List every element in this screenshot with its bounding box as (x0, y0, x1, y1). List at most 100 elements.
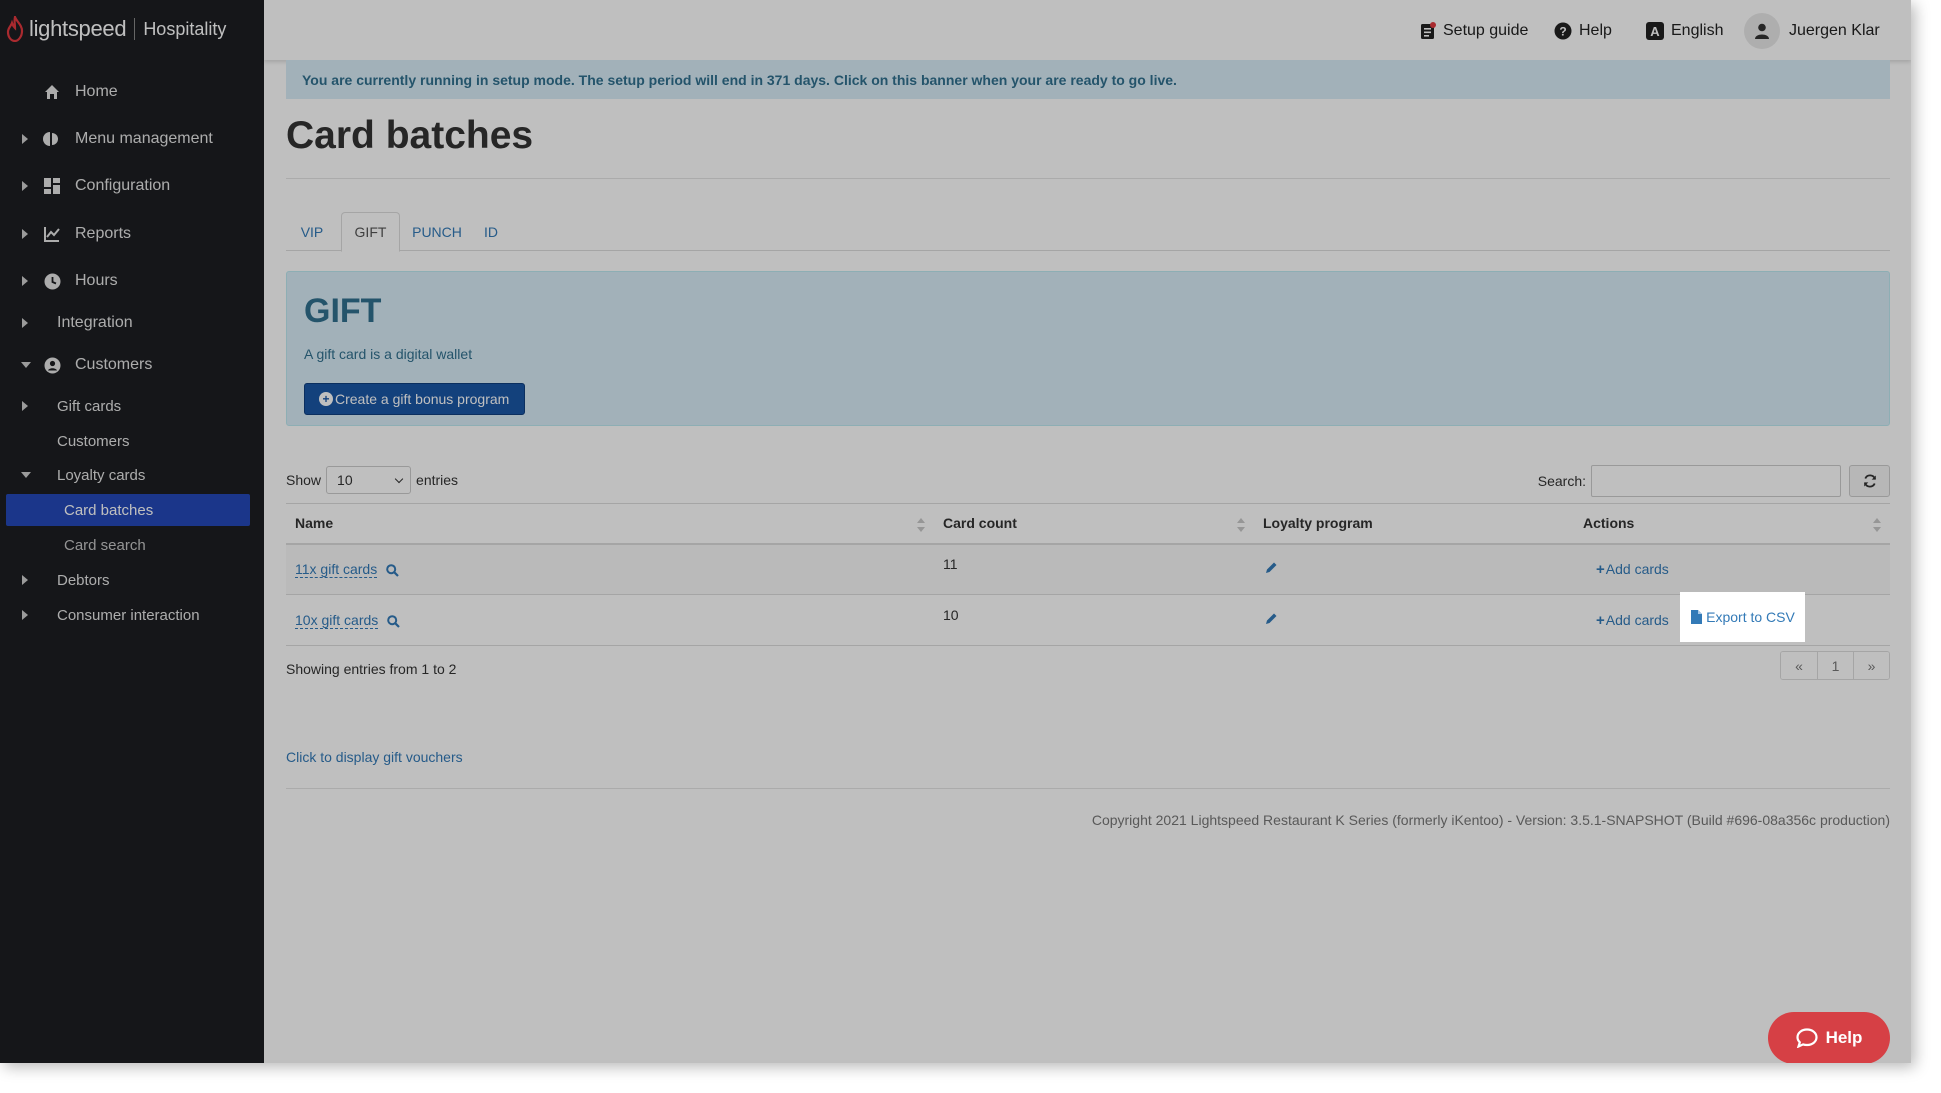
sidebar-subitem-consumer-interaction[interactable]: Consumer interaction (0, 600, 264, 630)
caret-right-icon (22, 229, 28, 239)
pagination-prev[interactable]: « (1781, 652, 1817, 679)
display-gift-vouchers-link[interactable]: Click to display gift vouchers (286, 749, 463, 765)
tab-punch[interactable]: PUNCH (403, 212, 471, 251)
sidebar-subitem-loyalty-cards[interactable]: Loyalty cards (0, 460, 264, 490)
sidebar-subitem-gift-cards[interactable]: Gift cards (0, 391, 264, 421)
setup-guide-label: Setup guide (1443, 22, 1529, 39)
card-type-tabs: VIP GIFT PUNCH ID (286, 212, 1890, 252)
add-cards-link[interactable]: + Add cards (1596, 561, 1669, 578)
search-icon[interactable] (387, 614, 400, 628)
show-label: Show (286, 472, 322, 488)
pagination-next[interactable]: » (1853, 652, 1889, 679)
sidebar-subitem-card-search[interactable]: Card search (0, 530, 264, 560)
caret-right-icon (22, 610, 28, 620)
sidebar-item-label: Loyalty cards (57, 466, 146, 484)
batch-name-link[interactable]: 10x gift cards (295, 612, 379, 629)
caret-right-icon (22, 575, 28, 585)
pagination: « 1 » (1780, 651, 1890, 680)
brand-divider (134, 18, 136, 40)
user-menu[interactable]: Juergen Klar (1744, 12, 1880, 50)
sidebar-item-reports[interactable]: Reports (0, 219, 264, 249)
help-chat-button[interactable]: Help (1768, 1012, 1890, 1063)
column-header-card-count[interactable]: Card count (934, 503, 1254, 545)
language-label: English (1671, 22, 1724, 39)
tab-vip[interactable]: VIP (286, 212, 338, 251)
sort-icon (1237, 518, 1245, 532)
title-divider (286, 178, 1890, 179)
brand-logo[interactable]: lightspeed Hospitality (6, 14, 226, 44)
app-window: lightspeed Hospitality Home Menu managem… (0, 0, 1911, 1063)
sidebar-item-label: Configuration (75, 177, 171, 194)
language-selector[interactable]: A English (1646, 20, 1723, 42)
search-input[interactable] (1591, 465, 1841, 497)
user-avatar-icon (1744, 13, 1780, 49)
batch-name-link[interactable]: 11x gift cards (295, 561, 378, 579)
sidebar-item-customers[interactable]: Customers (0, 350, 264, 380)
caret-down-icon (21, 362, 31, 368)
clipboard-icon (1420, 22, 1436, 40)
card-batches-table: Name Card count Loyalty program Actions … (286, 503, 1890, 646)
sidebar-item-label: Gift cards (57, 397, 122, 415)
pencil-icon[interactable] (1264, 561, 1278, 575)
search-icon[interactable] (386, 564, 399, 577)
help-label: Help (1579, 22, 1612, 39)
sidebar-item-menu-management[interactable]: Menu management (0, 124, 264, 154)
export-to-csv-button[interactable]: Export to CSV (1680, 592, 1805, 642)
footer-divider (286, 788, 1890, 789)
sidebar-item-configuration[interactable]: Configuration (0, 171, 264, 201)
question-circle-icon: ? (1554, 22, 1572, 40)
help-chat-label: Help (1825, 1028, 1863, 1047)
column-header-loyalty-program: Loyalty program (1254, 503, 1574, 545)
tab-gift[interactable]: GIFT (341, 212, 400, 252)
language-icon: A (1646, 22, 1664, 40)
setup-mode-banner[interactable]: You are currently running in setup mode.… (286, 60, 1890, 99)
pencil-icon[interactable] (1264, 612, 1278, 626)
add-cards-link[interactable]: + Add cards (1596, 612, 1669, 629)
sidebar-item-integration[interactable]: Integration (0, 308, 264, 338)
caret-right-icon (22, 134, 28, 144)
svg-text:?: ? (1559, 25, 1566, 39)
menu-management-icon (43, 130, 61, 148)
top-bar: Setup guide ? Help A English Juergen Kla… (264, 0, 1911, 60)
sidebar-item-label: Customers (57, 432, 130, 450)
dashboard-grid-icon (43, 177, 61, 195)
column-header-actions[interactable]: Actions (1574, 503, 1890, 545)
copyright-text: Copyright 2021 Lightspeed Restaurant K S… (1091, 812, 1890, 828)
chevron-down-icon (394, 474, 404, 484)
pagination-page-1[interactable]: 1 (1817, 652, 1853, 679)
page-size-select[interactable]: 10 (326, 466, 412, 494)
sidebar-item-label: Debtors (57, 571, 110, 589)
setup-guide-button[interactable]: Setup guide (1420, 20, 1528, 42)
sidebar-item-label: Reports (75, 225, 132, 242)
tab-id[interactable]: ID (473, 212, 509, 251)
refresh-button[interactable] (1849, 465, 1890, 497)
table-row: 11x gift cards 11 + Add cards (286, 543, 1890, 595)
caret-right-icon (22, 181, 28, 191)
sort-icon (917, 518, 925, 532)
sidebar-item-label: Card batches (64, 501, 154, 519)
sidebar-subitem-customers[interactable]: Customers (0, 426, 264, 456)
sidebar-item-hours[interactable]: Hours (0, 266, 264, 296)
caret-down-icon (21, 472, 31, 478)
sidebar-subitem-debtors[interactable]: Debtors (0, 565, 264, 595)
svg-text:A: A (1650, 24, 1660, 39)
brand-name: lightspeed (29, 16, 127, 41)
page-title: Card batches (286, 114, 534, 157)
help-button[interactable]: ? Help (1554, 20, 1612, 42)
sidebar: lightspeed Hospitality Home Menu managem… (0, 0, 264, 1063)
page-size-value: 10 (337, 472, 353, 488)
column-header-name[interactable]: Name (286, 503, 934, 545)
create-gift-bonus-program-button[interactable]: + Create a gift bonus program (304, 383, 526, 415)
setup-mode-text: You are currently running in setup mode.… (302, 71, 1177, 88)
table-info: Showing entries from 1 to 2 (286, 661, 457, 677)
sidebar-item-home[interactable]: Home (0, 77, 264, 107)
brand-product: Hospitality (143, 18, 227, 39)
user-circle-icon (43, 356, 61, 374)
card-count: 11 (943, 556, 958, 573)
file-icon (1691, 610, 1703, 624)
entries-label: entries (416, 472, 459, 488)
table-search: Search: (1538, 465, 1890, 497)
sidebar-subitem-card-batches[interactable]: Card batches (0, 495, 264, 525)
sidebar-item-label: Card search (64, 536, 146, 554)
create-gift-bonus-program-label: Create a gift bonus program (335, 391, 510, 407)
